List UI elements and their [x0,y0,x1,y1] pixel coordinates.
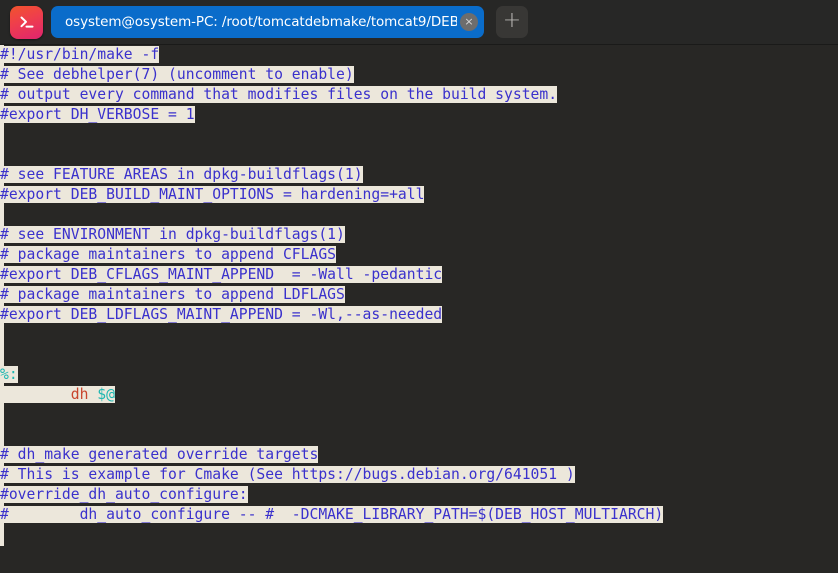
terminal-line: # See debhelper(7) (uncomment to enable) [0,65,838,85]
makefile-comment: #export DEB_CFLAGS_MAINT_APPEND = -Wall … [0,266,443,283]
makefile-comment: #export DH_VERBOSE = 1 [0,106,195,123]
line-highlight-stub [0,405,4,425]
terminal-line [0,425,838,445]
makefile-comment: # see ENVIRONMENT in dpkg-buildflags(1) [0,226,345,243]
terminal-window: osystem@osystem-PC: /root/tomcatdebmake/… [0,0,838,573]
makefile-comment: # package maintainers to append CFLAGS [0,246,337,263]
terminal-line: # dh_make generated override targets [0,445,838,465]
makefile-comment: # package maintainers to append LDFLAGS [0,286,345,303]
terminal-line: # see ENVIRONMENT in dpkg-buildflags(1) [0,225,838,245]
makefile-comment: # See debhelper(7) (uncomment to enable) [0,66,354,83]
line-highlight-stub [0,345,4,365]
terminal-line: # see FEATURE AREAS in dpkg-buildflags(1… [0,165,838,185]
close-icon[interactable]: × [460,13,478,31]
terminal-line [0,125,838,145]
makefile-comment: # This is example for Cmake (See https:/… [0,466,575,483]
terminal-prompt-glyph [10,6,43,39]
makefile-comment: # see FEATURE AREAS in dpkg-buildflags(1… [0,166,363,183]
terminal-line: dh $@ [0,385,838,405]
tab-active[interactable]: osystem@osystem-PC: /root/tomcatdebmake/… [51,6,484,38]
line-highlight-stub [0,145,4,165]
makefile-comment: #export DEB_LDFLAGS_MAINT_APPEND = -Wl,-… [0,306,443,323]
terminal-line: #!/usr/bin/make -f [0,45,838,65]
terminal-line [0,345,838,365]
terminal-icon [10,5,43,39]
makefile-comment: # output every command that modifies fil… [0,86,558,103]
line-highlight-stub [0,205,4,225]
makefile-comment: # dh_make generated override targets [0,446,319,463]
terminal-lines: #!/usr/bin/make -f # See debhelper(7) (un… [0,45,838,525]
new-tab-button[interactable]: + [496,6,528,38]
terminal-line: # This is example for Cmake (See https:/… [0,465,838,485]
terminal-line: #export DEB_CFLAGS_MAINT_APPEND = -Wall … [0,265,838,285]
titlebar: osystem@osystem-PC: /root/tomcatdebmake/… [0,0,838,45]
terminal-line: #export DH_VERBOSE = 1 [0,105,838,125]
line-highlight-stub [0,125,4,145]
makefile-comment: # dh_auto_configure -- # -DCMAKE_LIBRARY… [0,506,664,523]
makefile-comment: #export DEB_BUILD_MAINT_OPTIONS = harden… [0,186,425,203]
terminal-screen[interactable]: #!/usr/bin/make -f # See debhelper(7) (un… [0,45,838,573]
terminal-line: #override_dh_auto_configure: [0,485,838,505]
makefile-comment: #override_dh_auto_configure: [0,486,248,503]
terminal-line: # package maintainers to append LDFLAGS [0,285,838,305]
terminal-line: %: [0,365,838,385]
tab-strip: osystem@osystem-PC: /root/tomcatdebmake/… [51,0,528,44]
makefile-target: %: [0,366,18,383]
terminal-line [0,325,838,345]
terminal-line: # output every command that modifies fil… [0,85,838,105]
line-highlight-stub [0,325,4,345]
makefile-comment: #!/usr/bin/make -f [0,46,160,63]
terminal-line [0,145,838,165]
tab-title: osystem@osystem-PC: /root/tomcatdebmake/… [65,14,457,30]
line-highlight-stub [0,425,4,445]
terminal-line [0,205,838,225]
terminal-line: #export DEB_LDFLAGS_MAINT_APPEND = -Wl,-… [0,305,838,325]
makefile-recipe: dh $@ [0,386,115,403]
terminal-line: # dh_auto_configure -- # -DCMAKE_LIBRARY… [0,505,838,525]
terminal-line: #export DEB_BUILD_MAINT_OPTIONS = harden… [0,185,838,205]
terminal-line [0,405,838,425]
terminal-line: # package maintainers to append CFLAGS [0,245,838,265]
